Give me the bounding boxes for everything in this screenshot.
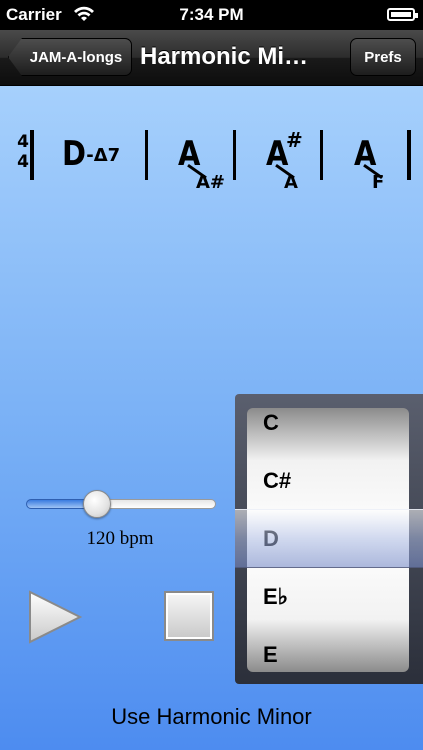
chord-bass: A — [284, 172, 298, 193]
time-signature-top: 4 — [17, 132, 29, 152]
main-content: 4 4 D-Δ7 A A# A # A A F 120 bpm C C# E♭ … — [0, 86, 423, 750]
status-bar: Carrier 7:34 PM — [0, 0, 423, 30]
key-picker[interactable]: C C# D E♭ E — [235, 394, 423, 684]
time-signature: 4 4 — [16, 132, 30, 172]
start-barline — [30, 130, 34, 180]
chord-sharp: # — [286, 128, 303, 152]
picker-item[interactable]: C — [263, 410, 279, 436]
tempo-slider[interactable] — [26, 490, 216, 518]
battery-icon — [387, 8, 418, 21]
chord-2[interactable]: A A# — [178, 134, 225, 193]
chord-bass: A# — [196, 172, 226, 193]
chord-quality: -Δ7 — [86, 145, 121, 166]
barline — [145, 130, 148, 180]
time-signature-bottom: 4 — [17, 152, 29, 172]
chord-4[interactable]: A F — [354, 134, 384, 193]
chord-1[interactable]: D-Δ7 — [62, 134, 120, 174]
scale-mode-label[interactable]: Use Harmonic Minor — [0, 704, 423, 730]
chord-chart: 4 4 D-Δ7 A A# A # A A F — [0, 126, 423, 196]
prefs-button[interactable]: Prefs — [350, 38, 416, 76]
chord-bass: F — [372, 172, 385, 193]
navigation-bar: JAM-A-longs Harmonic Mi… Prefs — [0, 30, 423, 86]
picker-selection-bar — [235, 509, 423, 568]
picker-item[interactable]: E — [263, 642, 278, 668]
barline — [233, 130, 236, 180]
play-button[interactable] — [26, 588, 84, 646]
slider-thumb[interactable] — [82, 490, 111, 518]
chord-root: D — [62, 134, 86, 174]
picker-item[interactable]: C# — [263, 468, 291, 494]
page-title: Harmonic Mi… — [140, 43, 309, 70]
play-icon — [29, 590, 83, 644]
back-button[interactable]: JAM-A-longs — [8, 38, 132, 76]
stop-button[interactable] — [164, 591, 214, 641]
tempo-label: 120 bpm — [86, 528, 154, 549]
end-barline — [407, 130, 411, 180]
barline — [320, 130, 323, 180]
clock: 7:34 PM — [179, 5, 244, 24]
chord-3[interactable]: A # A — [266, 128, 303, 193]
picker-item[interactable]: E♭ — [263, 584, 288, 610]
